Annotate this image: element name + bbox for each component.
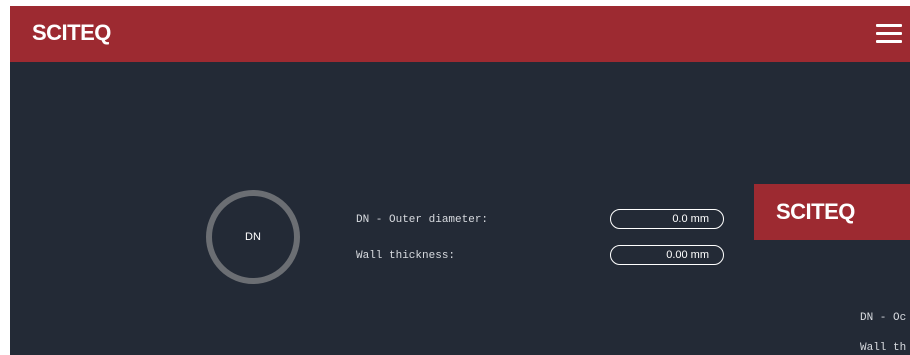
wall-thickness-label: Wall thickness: xyxy=(356,250,456,262)
inset-outer-diameter-label: DN - Oc xyxy=(860,312,907,324)
outer-diameter-label: DN - Outer diameter: xyxy=(356,214,489,226)
app-header: SCITEQ xyxy=(10,6,910,62)
dn-circle-label: DN xyxy=(245,231,261,243)
wall-thickness-input[interactable]: 0.00 mm xyxy=(610,245,724,265)
inset-brand-logo: SCITEQ xyxy=(776,199,855,224)
app-window: SCITEQ DN DN - Outer diameter: 0.0 mm Wa… xyxy=(10,6,910,355)
inset-preview: SCITEQ DN - Oc Wall th xyxy=(754,184,910,355)
inset-header: SCITEQ xyxy=(754,184,910,240)
outer-diameter-input[interactable]: 0.0 mm xyxy=(610,209,724,229)
inset-wall-thickness-label: Wall th xyxy=(860,342,907,354)
hamburger-menu-icon[interactable] xyxy=(876,24,902,44)
brand-logo[interactable]: SCITEQ xyxy=(32,20,111,46)
dn-circle-diagram: DN xyxy=(206,190,300,284)
